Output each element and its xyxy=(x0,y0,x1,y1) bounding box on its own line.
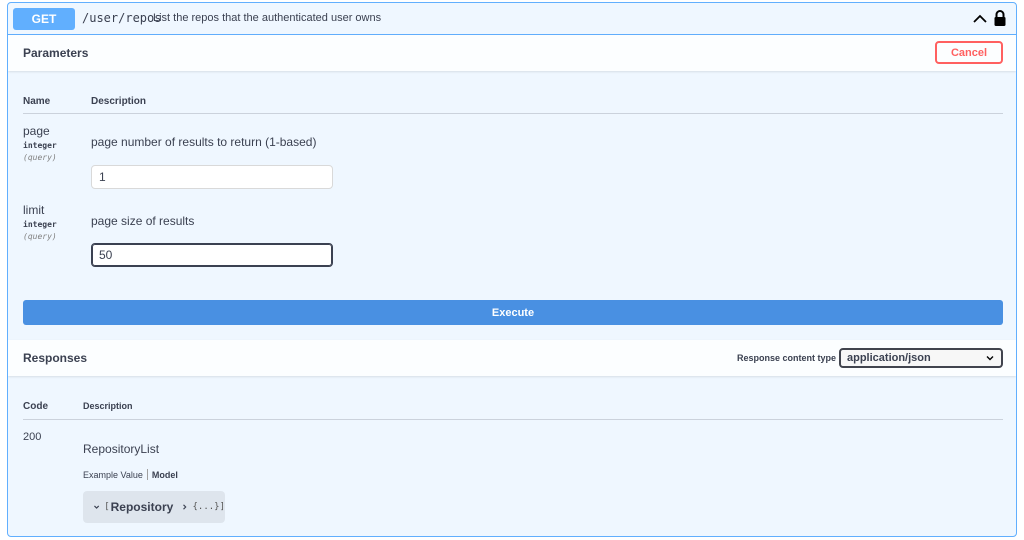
parameters-header-divider xyxy=(23,113,1003,114)
parameter-name: page xyxy=(23,124,50,138)
cancel-button[interactable]: Cancel xyxy=(935,41,1003,64)
http-method-badge: GET xyxy=(13,8,75,30)
parameters-title: Parameters xyxy=(23,46,89,60)
parameter-description: page size of results xyxy=(91,214,195,228)
example-value-tab[interactable]: Example Value xyxy=(83,470,143,480)
chevron-up-icon[interactable] xyxy=(970,9,990,29)
page-input[interactable] xyxy=(91,165,333,189)
response-content-type-value: application/json xyxy=(847,352,931,364)
model-tabs: Example Value Model xyxy=(83,469,178,480)
model-box[interactable]: [ Repository {...}] xyxy=(83,491,225,523)
responses-col-description: Description xyxy=(83,401,133,411)
lock-icon[interactable] xyxy=(992,9,1008,27)
chevron-right-icon[interactable] xyxy=(181,502,188,512)
limit-input[interactable] xyxy=(91,243,333,267)
chevron-down-icon xyxy=(986,356,994,361)
operation-summary-text: List the repos that the authenticated us… xyxy=(153,12,382,24)
responses-col-code: Code xyxy=(23,401,48,412)
model-title: Repository xyxy=(110,500,174,514)
parameters-col-name: Name xyxy=(23,96,51,107)
response-code: 200 xyxy=(23,431,42,443)
model-bracket: [ xyxy=(104,502,110,512)
parameter-name: limit xyxy=(23,203,45,217)
model-ellipsis: {...}] xyxy=(192,502,225,512)
operation-summary[interactable]: GET /user/repos List the repos that the … xyxy=(8,3,1016,35)
responses-header: Responses Response content type applicat… xyxy=(8,340,1016,376)
chevron-down-icon xyxy=(94,505,100,509)
model-tab[interactable]: Model xyxy=(152,470,178,480)
parameter-type: integer xyxy=(23,220,57,229)
operation-block-get-user-repos: GET /user/repos List the repos that the … xyxy=(7,2,1017,537)
parameters-header: Parameters Cancel xyxy=(8,35,1016,71)
response-content-type-label: Response content type xyxy=(737,353,837,363)
response-model-name: RepositoryList xyxy=(83,442,160,456)
tab-divider xyxy=(146,469,148,480)
parameter-type: integer xyxy=(23,141,57,150)
responses-header-divider xyxy=(23,419,1003,420)
responses-title: Responses xyxy=(23,351,88,365)
parameter-description: page number of results to return (1-base… xyxy=(91,135,317,149)
parameter-in: (query) xyxy=(23,153,57,162)
operation-path: /user/repos xyxy=(82,11,162,25)
response-content-type-select[interactable]: application/json xyxy=(839,348,1003,368)
parameters-col-description: Description xyxy=(91,96,147,107)
parameters-body: Name Description page integer (query) pa… xyxy=(8,71,1016,339)
parameter-in: (query) xyxy=(23,232,57,241)
execute-button[interactable]: Execute xyxy=(23,300,1003,325)
